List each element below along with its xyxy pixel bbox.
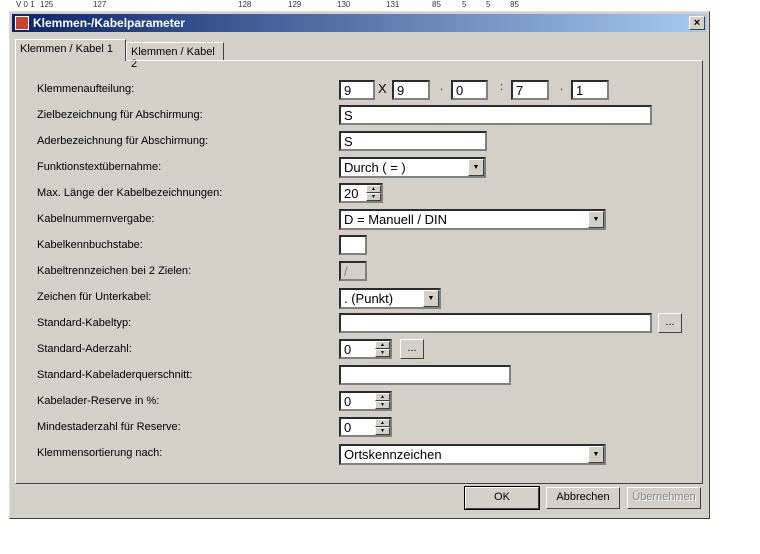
label-aderzahl: Standard-Aderzahl: (37, 343, 132, 355)
klemmenaufteilung-field-3[interactable]: 0 (451, 80, 488, 100)
sortierung-value: Ortskennzeichen (344, 447, 442, 462)
klemmenaufteilung-field-1[interactable]: 9 (339, 80, 375, 100)
spin-down-icon[interactable]: ▼ (375, 427, 390, 435)
label-querschnitt: Standard-Kabeladerquerschnitt: (37, 369, 193, 381)
separator-x: X (378, 81, 387, 96)
klemmenaufteilung-field-2[interactable]: 9 (392, 80, 430, 100)
kabelkennbuchstabe-input[interactable] (339, 235, 367, 255)
reserve-spinner[interactable]: 0 ▲ ▼ (339, 391, 392, 411)
tab-klemmen-kabel-2[interactable]: Klemmen / Kabel 2 (126, 42, 224, 70)
ruler-mark: 131 (386, 0, 400, 9)
spin-down-icon[interactable]: ▼ (375, 349, 390, 357)
aderbezeichnung-input[interactable]: S (339, 131, 487, 151)
ruler-mark: 127 (93, 0, 107, 9)
klemmenaufteilung-field-4[interactable]: 7 (511, 80, 549, 100)
unterkabel-select[interactable]: . (Punkt) ▼ (339, 288, 441, 309)
aderzahl-browse-button[interactable]: ... (400, 339, 424, 359)
ok-button[interactable]: OK (464, 486, 540, 510)
chevron-down-icon[interactable]: ▼ (588, 211, 604, 228)
abbrechen-button[interactable]: Abbrechen (546, 487, 620, 509)
ruler-mark: V 0 1 (16, 0, 35, 9)
ruler-mark: 85 (432, 0, 441, 9)
label-sortierung: Klemmensortierung nach: (37, 447, 163, 459)
querschnitt-input[interactable] (339, 365, 511, 385)
ruler-mark: 130 (337, 0, 351, 9)
close-button[interactable]: × (689, 16, 705, 30)
max-laenge-value: 20 (344, 186, 359, 201)
spin-up-icon[interactable]: ▲ (375, 341, 390, 349)
chevron-down-icon[interactable]: ▼ (588, 446, 604, 463)
label-funktionstext: Funktionstextübernahme: (37, 161, 162, 173)
chevron-down-icon[interactable]: ▼ (423, 290, 439, 307)
spin-up-icon[interactable]: ▲ (375, 393, 390, 401)
label-kabelkennbuchstabe: Kabelkennbuchstabe: (37, 239, 143, 251)
dialog-window: Klemmen-/Kabelparameter × Klemmen / Kabe… (9, 11, 710, 519)
kabelnummernvergabe-select[interactable]: D = Manuell / DIN ▼ (339, 209, 606, 230)
spin-down-icon[interactable]: ▼ (375, 401, 390, 409)
kabeltyp-input[interactable] (339, 313, 652, 333)
kabeltrennzeichen-input: / (339, 261, 367, 281)
chevron-down-icon[interactable]: ▼ (468, 159, 484, 176)
mindestaderzahl-spinner[interactable]: 0 ▲ ▼ (339, 417, 392, 437)
separator-dot: . (440, 81, 444, 93)
reserve-value: 0 (344, 394, 352, 409)
ruler-mark: 5 (462, 0, 467, 9)
title-bar[interactable]: Klemmen-/Kabelparameter × (12, 14, 707, 32)
spin-up-icon[interactable]: ▲ (375, 419, 390, 427)
label-zielbezeichnung: Zielbezeichnung für Abschirmung: (37, 109, 203, 121)
ruler-mark: 5 (486, 0, 491, 9)
tab-klemmen-kabel-1[interactable]: Klemmen / Kabel 1 (15, 39, 126, 61)
kabeltyp-browse-button[interactable]: ... (658, 313, 682, 333)
max-laenge-spinner[interactable]: 20 ▲ ▼ (339, 183, 383, 203)
funktionstext-value: Durch ( = ) (344, 160, 406, 175)
funktionstext-select[interactable]: Durch ( = ) ▼ (339, 157, 486, 178)
app-icon (15, 16, 29, 30)
mindestaderzahl-value: 0 (344, 420, 352, 435)
unterkabel-value: . (Punkt) (344, 291, 394, 306)
sortierung-select[interactable]: Ortskennzeichen ▼ (339, 444, 606, 465)
zielbezeichnung-input[interactable]: S (339, 105, 652, 125)
label-kabeltrennzeichen: Kabeltrennzeichen bei 2 Zielen: (37, 265, 192, 277)
window-title: Klemmen-/Kabelparameter (33, 16, 186, 30)
spin-up-icon[interactable]: ▲ (366, 185, 381, 193)
separator-colon: : (500, 81, 504, 93)
kabelnummernvergabe-value: D = Manuell / DIN (344, 212, 447, 227)
ruler-mark: 129 (288, 0, 302, 9)
label-klemmenaufteilung: Klemmenaufteilung: (37, 83, 135, 95)
ruler-mark: 125 (40, 0, 54, 9)
ruler-mark: 128 (238, 0, 252, 9)
label-kabeltyp: Standard-Kabeltyp: (37, 317, 132, 329)
spin-down-icon[interactable]: ▼ (366, 193, 381, 201)
separator-dot: . (560, 81, 564, 93)
uebernehmen-button: Übernehmen (627, 487, 701, 509)
label-max-laenge: Max. Länge der Kabelbezeichnungen: (37, 187, 223, 199)
aderzahl-spinner[interactable]: 0 ▲ ▼ (339, 339, 392, 359)
aderzahl-value: 0 (344, 342, 352, 357)
label-reserve: Kabelader-Reserve in %: (37, 395, 160, 407)
label-kabelnummernvergabe: Kabelnummernvergabe: (37, 213, 155, 225)
ruler-mark: 85 (510, 0, 519, 9)
label-aderbezeichnung: Aderbezeichnung für Abschirmung: (37, 135, 209, 147)
label-unterkabel: Zeichen für Unterkabel: (37, 291, 152, 303)
klemmenaufteilung-field-5[interactable]: 1 (571, 80, 609, 100)
label-mindestaderzahl: Mindestaderzahl für Reserve: (37, 421, 181, 433)
